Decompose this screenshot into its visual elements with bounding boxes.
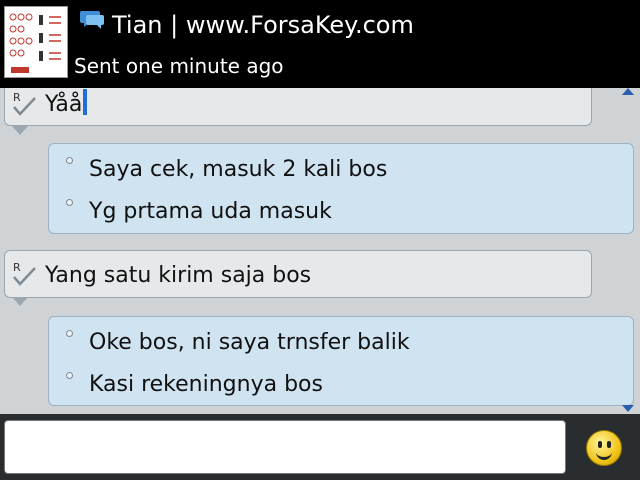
line-bullet-icon bbox=[66, 199, 73, 206]
incoming-message[interactable]: Oke bos, ni saya trnsfer balik Kasi reke… bbox=[48, 316, 634, 406]
contact-name: Tian | www.ForsaKey.com bbox=[112, 11, 414, 39]
outgoing-message[interactable]: R Yåå bbox=[4, 88, 592, 126]
text-cursor bbox=[83, 89, 88, 115]
message-text: Yåå bbox=[45, 92, 83, 117]
message-text: Yg prtama uda masuk bbox=[89, 199, 332, 224]
scroll-down-arrow-icon[interactable] bbox=[622, 405, 634, 412]
contact-avatar[interactable] bbox=[4, 6, 68, 78]
outgoing-message[interactable]: R Yang satu kirim saja bos bbox=[4, 250, 592, 298]
message-text: Kasi rekeningnya bos bbox=[89, 372, 323, 397]
message-status: Sent one minute ago bbox=[74, 54, 284, 78]
bbm-chat-icon bbox=[80, 11, 104, 29]
line-bullet-icon bbox=[66, 330, 73, 337]
bubble-tail bbox=[12, 297, 28, 306]
compose-bar bbox=[0, 414, 640, 480]
message-text: Oke bos, ni saya trnsfer balik bbox=[89, 330, 410, 355]
incoming-message[interactable]: Saya cek, masuk 2 kali bos Yg prtama uda… bbox=[48, 143, 634, 234]
chat-header: Tian | www.ForsaKey.com Sent one minute … bbox=[0, 0, 640, 88]
message-text: Saya cek, masuk 2 kali bos bbox=[89, 157, 388, 182]
line-bullet-icon bbox=[66, 372, 73, 379]
conversation-area[interactable]: R Yåå Saya cek, masuk 2 kali bos Yg prta… bbox=[0, 88, 640, 414]
message-text: Yang satu kirim saja bos bbox=[45, 263, 312, 288]
read-checkmark-icon: R bbox=[11, 261, 39, 291]
message-input[interactable] bbox=[4, 420, 566, 474]
smiley-icon[interactable] bbox=[586, 430, 622, 466]
bubble-tail bbox=[12, 126, 28, 135]
read-checkmark-icon: R bbox=[11, 91, 39, 121]
scroll-up-arrow-icon[interactable] bbox=[622, 88, 634, 95]
line-bullet-icon bbox=[66, 157, 73, 164]
